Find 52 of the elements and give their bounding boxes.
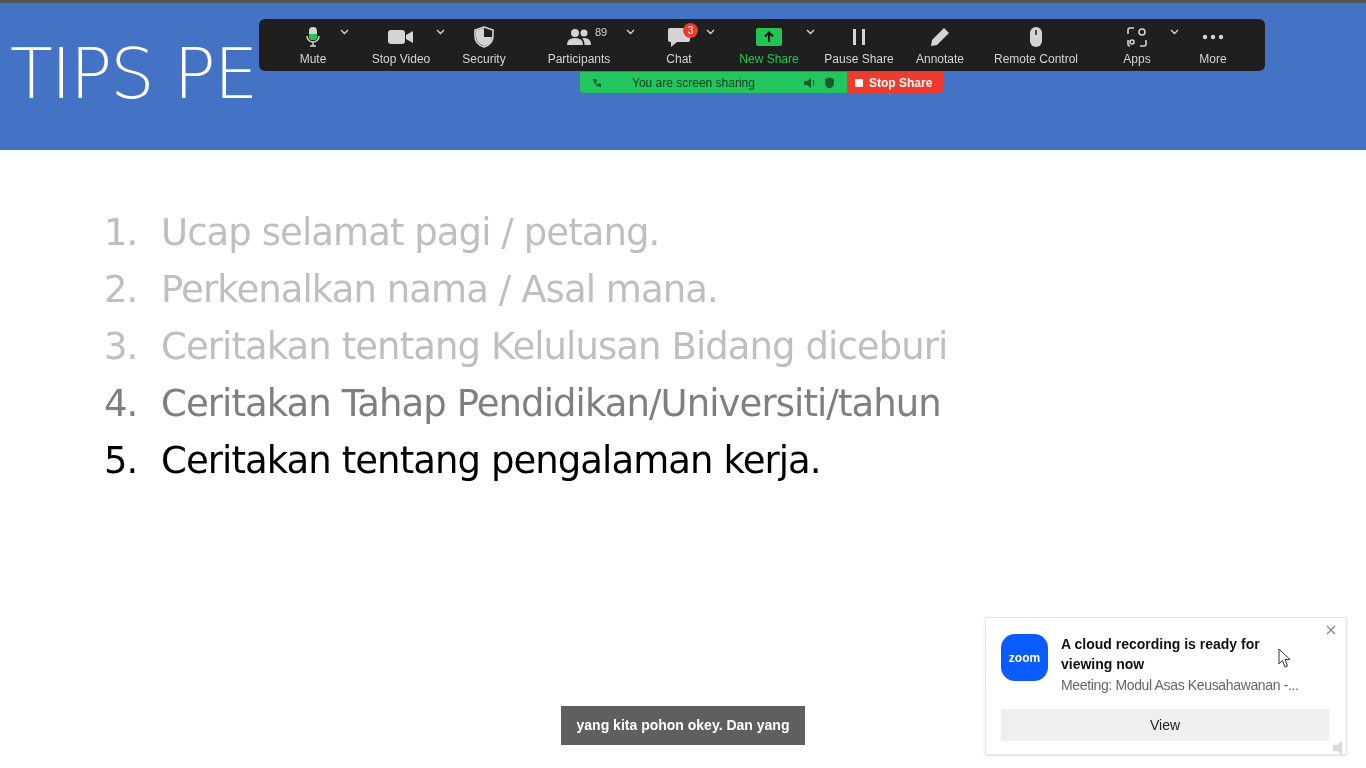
shield-icon[interactable] [824, 76, 835, 89]
list-number: 5. [104, 441, 139, 481]
meeting-name: Meeting: Modul Asas Keusahawanan -... [1061, 676, 1299, 695]
toolbar-button[interactable]: Remote Control [981, 21, 1091, 69]
microphone-icon [305, 25, 321, 48]
list-item-text: Ceritakan Tahap Pendidikan/Universiti/tahun [161, 384, 941, 424]
apps-icon [1127, 26, 1147, 47]
more-dots-icon [1202, 33, 1224, 40]
caption-text: yang kita pohon okey. Dan yang [561, 706, 805, 745]
list-number: 1. [104, 213, 139, 253]
toolbar-button[interactable]: Mute [273, 21, 353, 69]
toolbar-button[interactable]: Chat 3 [639, 21, 719, 69]
shield-icon [474, 25, 494, 48]
phone-icon [592, 77, 602, 88]
caret-icon[interactable] [626, 29, 635, 35]
caret-icon[interactable] [1170, 29, 1179, 35]
toolbar-button[interactable]: New Share [719, 21, 819, 69]
participant-count: 89 [595, 25, 608, 40]
people-icon [566, 27, 592, 46]
list-number: 4. [104, 384, 139, 424]
toolbar-button[interactable]: Pause Share [819, 21, 899, 69]
speaker-icon[interactable] [803, 76, 816, 89]
video-camera-icon [388, 28, 414, 45]
stop-share-button[interactable]: Stop Share [847, 72, 943, 93]
toolbar-button[interactable]: Security [449, 21, 519, 69]
sharing-status-text: You are screen sharing [632, 74, 755, 92]
list-item-text: Ceritakan tentang Kelulusan Bidang diceburi [161, 327, 948, 367]
caret-icon[interactable] [806, 29, 815, 35]
slide-title: TIPS PE [10, 38, 257, 109]
pencil-icon [930, 26, 950, 47]
toolbar-button[interactable]: Stop Video [353, 21, 449, 69]
app-logo: zoom [1001, 634, 1048, 681]
caret-icon[interactable] [340, 29, 349, 35]
caret-icon[interactable] [436, 29, 445, 35]
toolbar-button[interactable]: More [1183, 21, 1243, 69]
toolbar-button[interactable]: Participants 89 [519, 21, 639, 69]
mouse-icon [1029, 25, 1043, 48]
list-item-text: Ucap selamat pagi / petang. [161, 213, 660, 253]
list-number: 2. [104, 270, 139, 310]
unread-badge: 3 [683, 23, 698, 38]
mouse-cursor-icon [1278, 648, 1292, 669]
toolbar-button[interactable]: Annotate [899, 21, 981, 69]
list-item-text: Perkenalkan nama / Asal mana. [161, 270, 718, 310]
list-number: 3. [104, 327, 139, 367]
notification-title: A cloud recording is ready for viewing now [1061, 635, 1261, 674]
pause-icon [851, 27, 867, 46]
toolbar-button[interactable]: Apps [1091, 21, 1183, 69]
view-button[interactable]: View [1001, 709, 1329, 741]
close-icon[interactable] [1326, 625, 1336, 635]
stop-square-icon [855, 78, 863, 87]
caret-icon[interactable] [706, 29, 715, 35]
list-item-text: Ceritakan tentang pengalaman kerja. [161, 441, 821, 481]
